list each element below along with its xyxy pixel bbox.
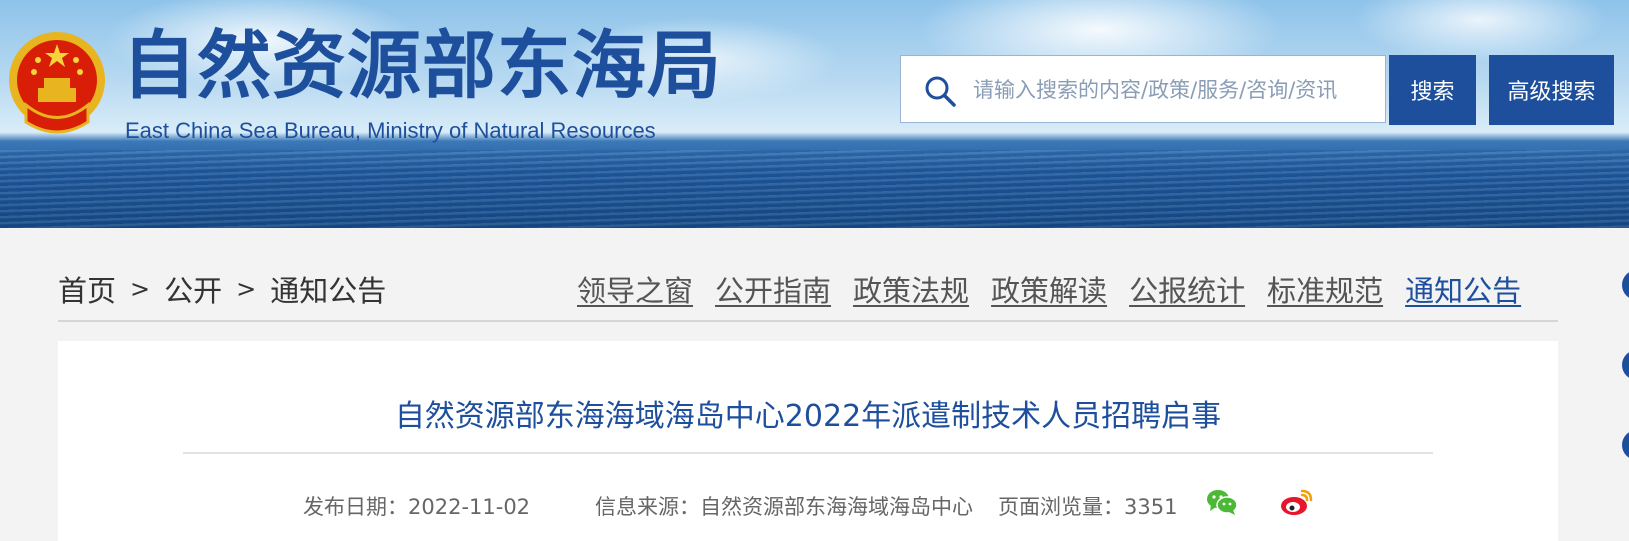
nav-standards[interactable]: 标准规范 bbox=[1267, 268, 1383, 310]
info-source: 信息来源：自然资源部东海海域海岛中心 bbox=[595, 495, 973, 519]
breadcrumb-home[interactable]: 首页 bbox=[58, 268, 116, 310]
search-input[interactable] bbox=[971, 56, 1375, 124]
title-divider bbox=[183, 452, 1433, 454]
header-banner: 自然资源部东海局 East China Sea Bureau, Ministry… bbox=[0, 0, 1629, 228]
search-box bbox=[900, 55, 1386, 124]
site-subtitle: East China Sea Bureau, Ministry of Natur… bbox=[125, 118, 656, 143]
floating-tool-button[interactable] bbox=[1622, 350, 1629, 380]
breadcrumb-open[interactable]: 公开 bbox=[164, 268, 222, 310]
nav-notices[interactable]: 通知公告 bbox=[1405, 268, 1521, 310]
floating-tool-button[interactable] bbox=[1622, 270, 1629, 300]
weibo-icon[interactable] bbox=[1280, 487, 1314, 517]
breadcrumb-notices[interactable]: 通知公告 bbox=[270, 268, 386, 310]
search-icon bbox=[925, 76, 956, 107]
nav-bulletins-statistics[interactable]: 公报统计 bbox=[1129, 268, 1245, 310]
sea-background bbox=[0, 150, 1629, 228]
article-card: 自然资源部东海海域海岛中心2022年派遣制技术人员招聘启事 发布日期：2022-… bbox=[58, 341, 1558, 541]
nav-leadership[interactable]: 领导之窗 bbox=[577, 268, 693, 310]
national-emblem-icon[interactable] bbox=[6, 30, 108, 138]
nav-policies-regulations[interactable]: 政策法规 bbox=[853, 268, 969, 310]
nav-policy-interpretation[interactable]: 政策解读 bbox=[991, 268, 1107, 310]
page-views: 页面浏览量：3351 bbox=[998, 495, 1178, 519]
wechat-icon[interactable] bbox=[1206, 487, 1238, 517]
search-button[interactable]: 搜索 bbox=[1389, 55, 1476, 125]
breadcrumb-separator: > bbox=[236, 275, 257, 303]
publish-date: 发布日期：2022-11-02 bbox=[303, 495, 531, 519]
floating-tool-button[interactable] bbox=[1622, 430, 1629, 460]
category-nav: 领导之窗 公开指南 政策法规 政策解读 公报统计 标准规范 通知公告 bbox=[577, 268, 1521, 310]
article-title: 自然资源部东海海域海岛中心2022年派遣制技术人员招聘启事 bbox=[394, 399, 1222, 434]
advanced-search-button[interactable]: 高级搜索 bbox=[1489, 55, 1614, 125]
nav-disclosure-guide[interactable]: 公开指南 bbox=[715, 268, 831, 310]
breadcrumb-separator: > bbox=[130, 275, 151, 303]
breadcrumb: 首页 > 公开 > 通知公告 bbox=[58, 268, 386, 310]
site-title[interactable]: 自然资源部东海局 bbox=[122, 24, 722, 108]
nav-divider bbox=[58, 320, 1558, 322]
